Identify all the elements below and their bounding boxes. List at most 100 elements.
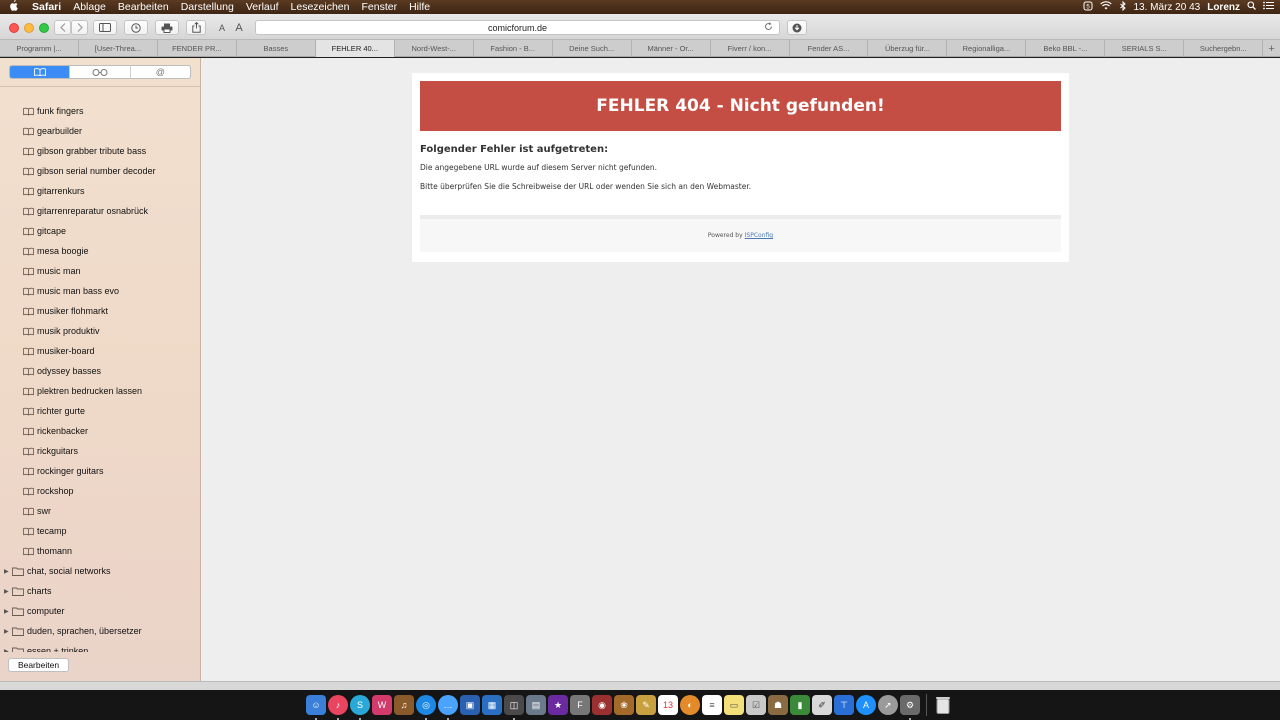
shield-status-icon[interactable]: 5 bbox=[1083, 1, 1093, 14]
bookmark-folder[interactable]: ▶ duden, sprachen, übersetzer bbox=[0, 621, 200, 641]
bookmark-item[interactable]: plektren bedrucken lassen bbox=[0, 381, 200, 401]
reload-icon[interactable] bbox=[764, 22, 773, 34]
scanner-icon[interactable]: ▤ bbox=[526, 695, 546, 715]
menu-fenster[interactable]: Fenster bbox=[355, 0, 403, 14]
image-capture-icon[interactable]: ◫ bbox=[504, 695, 524, 720]
bookmark-item[interactable]: music man bbox=[0, 261, 200, 281]
edit-bookmarks-button[interactable]: Bearbeiten bbox=[8, 658, 69, 672]
app-store-icon[interactable]: A bbox=[856, 695, 876, 715]
notification-center-icon[interactable] bbox=[1263, 1, 1274, 13]
bookmark-item[interactable]: rickguitars bbox=[0, 441, 200, 461]
user-name[interactable]: Lorenz bbox=[1207, 2, 1240, 13]
imovie-icon[interactable]: ★ bbox=[548, 695, 568, 715]
font-book-icon[interactable]: F bbox=[570, 695, 590, 715]
history-button[interactable] bbox=[124, 20, 148, 35]
tab-fiverr[interactable]: Fiverr / kon... bbox=[711, 40, 790, 57]
notes-icon[interactable]: ▭ bbox=[724, 695, 744, 715]
downloads-button[interactable] bbox=[787, 20, 807, 35]
menu-bearbeiten[interactable]: Bearbeiten bbox=[112, 0, 175, 14]
apple-menu-icon[interactable] bbox=[0, 0, 26, 14]
tab-nord-west[interactable]: Nord-West-... bbox=[395, 40, 474, 57]
shared-links-tab[interactable]: @ bbox=[131, 66, 190, 78]
bookmark-item[interactable]: gibson serial number decoder bbox=[0, 161, 200, 181]
disclosure-triangle-icon[interactable]: ▶ bbox=[4, 648, 12, 653]
bookmarks-tab[interactable] bbox=[10, 66, 71, 78]
disclosure-triangle-icon[interactable]: ▶ bbox=[4, 608, 12, 615]
bookmark-folder[interactable]: ▶ charts bbox=[0, 581, 200, 601]
pages-icon[interactable]: ✎ bbox=[636, 695, 656, 715]
close-window-button[interactable] bbox=[9, 23, 19, 33]
skype-icon[interactable]: S bbox=[350, 695, 370, 720]
launchpad-icon[interactable]: ➚ bbox=[878, 695, 898, 715]
bookmark-item[interactable]: odyssey basses bbox=[0, 361, 200, 381]
finder-icon[interactable]: ☺ bbox=[306, 695, 326, 720]
font-smaller-button[interactable]: A bbox=[214, 20, 230, 35]
tab-fehler-404[interactable]: FEHLER 40... bbox=[315, 40, 395, 57]
numbers-icon[interactable]: ▮ bbox=[790, 695, 810, 715]
bookmark-item[interactable]: musiker-board bbox=[0, 341, 200, 361]
disclosure-triangle-icon[interactable]: ▶ bbox=[4, 628, 12, 635]
word-app-icon[interactable]: W bbox=[372, 695, 392, 715]
ibooks-icon[interactable]: ◐ bbox=[680, 695, 700, 715]
new-tab-button[interactable]: + bbox=[1263, 40, 1280, 57]
menu-safari[interactable]: Safari bbox=[26, 0, 67, 14]
bookmark-folder[interactable]: ▶ chat, social networks bbox=[0, 561, 200, 581]
tab-suchergebnisse[interactable]: Suchergebn... bbox=[1184, 40, 1264, 57]
bookmark-item[interactable]: mesa boogie bbox=[0, 241, 200, 261]
bookmark-item[interactable]: gitcape bbox=[0, 221, 200, 241]
bookmark-item[interactable]: rockshop bbox=[0, 481, 200, 501]
tab-serials[interactable]: SERIALS S... bbox=[1105, 40, 1185, 57]
print-button[interactable] bbox=[155, 20, 179, 35]
bookmark-item[interactable]: musik produktiv bbox=[0, 321, 200, 341]
tab-beko-bbl[interactable]: Beko BBL -... bbox=[1026, 40, 1106, 57]
dashboard-icon[interactable]: ▦ bbox=[482, 695, 502, 715]
disclosure-triangle-icon[interactable]: ▶ bbox=[4, 568, 12, 575]
bookmark-item[interactable]: gearbuilder bbox=[0, 121, 200, 141]
menu-verlauf[interactable]: Verlauf bbox=[240, 0, 285, 14]
menu-hilfe[interactable]: Hilfe bbox=[403, 0, 436, 14]
calendar-icon[interactable]: 13 bbox=[658, 695, 678, 715]
bookmark-item[interactable]: tecamp bbox=[0, 521, 200, 541]
iphoto-icon[interactable]: ❀ bbox=[614, 695, 634, 715]
keynote-icon[interactable]: ⊤ bbox=[834, 695, 854, 715]
tab-maenner[interactable]: Männer - Or... bbox=[632, 40, 711, 57]
tab-user-thread[interactable]: [User-Threa... bbox=[79, 40, 158, 57]
menu-lesezeichen[interactable]: Lesezeichen bbox=[285, 0, 356, 14]
spotlight-search-icon[interactable] bbox=[1247, 1, 1256, 13]
itunes-icon[interactable]: ♪ bbox=[328, 695, 348, 720]
bookmark-item[interactable]: swr bbox=[0, 501, 200, 521]
system-preferences-icon[interactable]: ⚙ bbox=[900, 695, 920, 720]
bookmark-folder[interactable]: ▶ essen + trinken bbox=[0, 641, 200, 653]
tab-fender-as[interactable]: Fender AS... bbox=[790, 40, 869, 57]
bookmark-item[interactable]: gibson grabber tribute bass bbox=[0, 141, 200, 161]
bookmark-item[interactable]: gitarrenkurs bbox=[0, 181, 200, 201]
script-editor-icon[interactable]: ✐ bbox=[812, 695, 832, 715]
back-button[interactable] bbox=[54, 20, 71, 35]
clock-datetime[interactable]: 13. März 20 43 bbox=[1134, 2, 1201, 13]
bookmark-item[interactable]: thomann bbox=[0, 541, 200, 561]
messages-icon[interactable]: … bbox=[438, 695, 458, 720]
bookmark-item[interactable]: rickenbacker bbox=[0, 421, 200, 441]
font-larger-button[interactable]: A bbox=[231, 20, 247, 35]
bookmark-item[interactable]: rockinger guitars bbox=[0, 461, 200, 481]
tab-deine-suche[interactable]: Deine Such... bbox=[553, 40, 632, 57]
bookmark-item[interactable]: funk fingers bbox=[0, 101, 200, 121]
textedit-icon[interactable]: ≡ bbox=[702, 695, 722, 715]
tab-basses[interactable]: Basses bbox=[237, 40, 316, 57]
bookmark-item[interactable]: musiker flohmarkt bbox=[0, 301, 200, 321]
reminders-icon[interactable]: ☑ bbox=[746, 695, 766, 715]
bookmark-item[interactable]: richter gurte bbox=[0, 401, 200, 421]
wifi-icon[interactable] bbox=[1099, 1, 1112, 13]
address-bar[interactable]: comicforum.de bbox=[255, 20, 780, 35]
tab-programm[interactable]: Programm |... bbox=[0, 40, 79, 57]
minimize-window-button[interactable] bbox=[24, 23, 34, 33]
tab-ueberzug[interactable]: Überzug für... bbox=[868, 40, 948, 57]
photo-booth-icon[interactable]: ◉ bbox=[592, 695, 612, 715]
ispconfig-link[interactable]: ISPConfig bbox=[745, 232, 773, 239]
bookmark-item[interactable]: music man bass evo bbox=[0, 281, 200, 301]
reading-list-tab[interactable] bbox=[70, 66, 131, 78]
bookmark-folder[interactable]: ▶ computer bbox=[0, 601, 200, 621]
tab-fashion[interactable]: Fashion - B... bbox=[474, 40, 553, 57]
safari-icon[interactable]: ◎ bbox=[416, 695, 436, 720]
bluetooth-icon[interactable] bbox=[1119, 0, 1127, 14]
